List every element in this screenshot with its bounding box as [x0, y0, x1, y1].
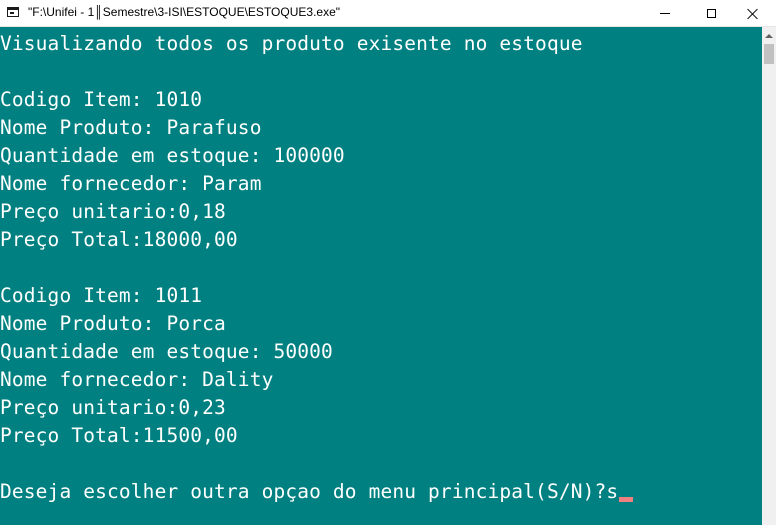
window-title: "F:\Unifei - 1║Semestre\3-ISI\ESTOQUE\ES… [28, 5, 341, 19]
maximize-icon [706, 9, 716, 18]
title-bar[interactable]: "F:\Unifei - 1║Semestre\3-ISI\ESTOQUE\ES… [0, 0, 776, 27]
maximize-button[interactable] [688, 0, 734, 27]
minimize-icon [660, 13, 670, 14]
item-2-preco-unitario: Preço unitario:0,23 [0, 396, 226, 419]
item-2-codigo: Codigo Item: 1011 [0, 284, 203, 307]
text-cursor [619, 497, 634, 502]
item-1-quantidade: Quantidade em estoque: 100000 [0, 144, 345, 167]
scroll-thumb[interactable] [764, 44, 774, 64]
item-2-quantidade: Quantidade em estoque: 50000 [0, 340, 333, 363]
scroll-up-button[interactable] [762, 27, 776, 44]
console-output[interactable]: Visualizando todos os produto exisente n… [0, 27, 762, 525]
console-header: Visualizando todos os produto exisente n… [0, 32, 583, 55]
item-1-preco-total: Preço Total:18000,00 [0, 228, 238, 251]
arrow-up-icon [765, 33, 773, 38]
console-window-icon [7, 7, 19, 17]
item-1-preco-unitario: Preço unitario:0,18 [0, 200, 226, 223]
minimize-button[interactable] [642, 0, 688, 27]
item-2-fornecedor: Nome fornecedor: Dality [0, 368, 274, 391]
close-icon [747, 8, 759, 20]
item-1-nome-produto: Nome Produto: Parafuso [0, 116, 262, 139]
item-1-fornecedor: Nome fornecedor: Param [0, 172, 262, 195]
close-button[interactable] [730, 0, 776, 27]
console-window: "F:\Unifei - 1║Semestre\3-ISI\ESTOQUE\ES… [0, 0, 776, 525]
vertical-scrollbar[interactable] [762, 27, 776, 525]
prompt-input[interactable]: s [606, 480, 618, 503]
item-1-codigo: Codigo Item: 1010 [0, 88, 203, 111]
item-2-preco-total: Preço Total:11500,00 [0, 424, 238, 447]
item-2-nome-produto: Nome Produto: Porca [0, 312, 226, 335]
menu-prompt: Deseja escolher outra opçao do menu prin… [0, 480, 607, 503]
menu-prompt-line[interactable]: Deseja escolher outra opçao do menu prin… [0, 478, 634, 506]
